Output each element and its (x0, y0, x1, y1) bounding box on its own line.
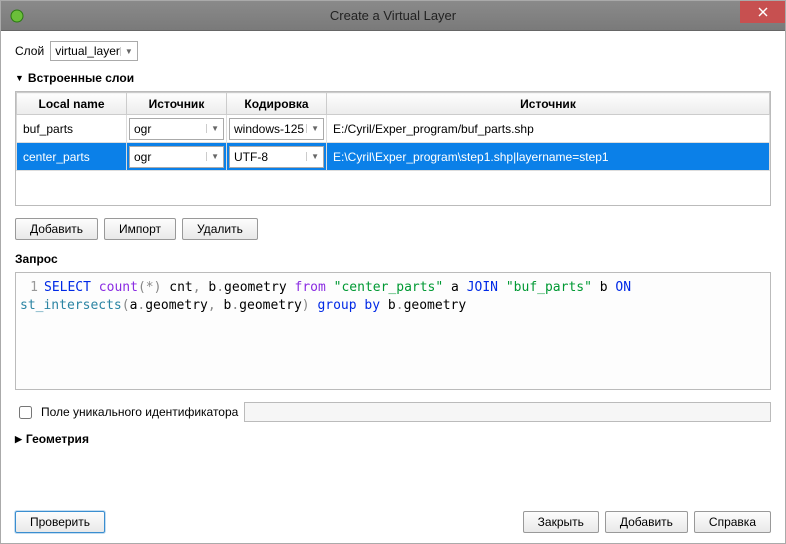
embedded-layers-table: Local name Источник Кодировка Источник b… (15, 91, 771, 206)
titlebar: Create a Virtual Layer (1, 1, 785, 31)
chevron-down-icon: ▼ (206, 124, 219, 133)
add-layer-button[interactable]: Добавить (15, 218, 98, 240)
import-layer-button[interactable]: Импорт (104, 218, 176, 240)
spacer (111, 511, 517, 533)
line-number: 1 (20, 279, 38, 297)
uid-field[interactable] (244, 402, 771, 422)
dialog-buttons: Проверить Закрыть Добавить Справка (15, 503, 771, 533)
dialog-window: Create a Virtual Layer Слой virtual_laye… (0, 0, 786, 544)
embedded-buttons: Добавить Импорт Удалить (15, 218, 771, 240)
geometry-title: Геометрия (26, 432, 89, 446)
uid-row: Поле уникального идентификатора (15, 402, 771, 422)
cell-local: buf_parts (17, 122, 126, 136)
chevron-down-icon: ▼ (206, 152, 219, 161)
table-row[interactable]: buf_parts ogr ▼ windows-125 ▼ (17, 115, 770, 143)
table-header-row: Local name Источник Кодировка Источник (17, 93, 770, 115)
embedded-layers-header[interactable]: ▼ Встроенные слои (15, 71, 771, 85)
cell-encoding-combo[interactable]: windows-125 ▼ (229, 118, 324, 140)
query-label: Запрос (15, 252, 771, 266)
content-area: Слой virtual_layer ▼ ▼ Встроенные слои L… (1, 31, 785, 543)
close-button[interactable] (740, 1, 785, 23)
cell-encoding-combo[interactable]: UTF-8 ▼ (229, 146, 324, 168)
cell-source-combo[interactable]: ogr ▼ (129, 118, 224, 140)
cell-source-combo[interactable]: ogr ▼ (129, 146, 224, 168)
layer-row: Слой virtual_layer ▼ (15, 41, 771, 61)
embedded-layers-title: Встроенные слои (28, 71, 134, 85)
chevron-down-icon: ▼ (15, 73, 24, 83)
layer-name-value: virtual_layer (55, 44, 120, 58)
window-title: Create a Virtual Layer (1, 8, 785, 23)
chevron-down-icon: ▼ (306, 152, 319, 161)
check-button[interactable]: Проверить (15, 511, 105, 533)
layer-label: Слой (15, 44, 44, 58)
chevron-down-icon: ▼ (306, 124, 319, 133)
add-button[interactable]: Добавить (605, 511, 688, 533)
col-source[interactable]: Источник (127, 93, 227, 115)
col-path[interactable]: Источник (327, 93, 770, 115)
geometry-header[interactable]: ▶ Геометрия (15, 432, 771, 446)
table-row[interactable]: center_parts ogr ▼ UTF-8 ▼ (17, 143, 770, 171)
cell-local: center_parts (17, 150, 126, 164)
col-local-name[interactable]: Local name (17, 93, 127, 115)
cell-path: E:\Cyril\Exper_program\step1.shp|layerna… (327, 150, 769, 164)
uid-label: Поле уникального идентификатора (41, 405, 238, 419)
query-editor[interactable]: 1SELECT count(*) cnt, b.geometry from "c… (15, 272, 771, 390)
app-icon (9, 8, 25, 24)
delete-layer-button[interactable]: Удалить (182, 218, 258, 240)
help-button[interactable]: Справка (694, 511, 771, 533)
close-dialog-button[interactable]: Закрыть (523, 511, 599, 533)
cell-path: E:/Cyril/Exper_program/buf_parts.shp (327, 122, 769, 136)
chevron-down-icon: ▼ (120, 47, 133, 56)
layer-name-combo[interactable]: virtual_layer ▼ (50, 41, 138, 61)
col-encoding[interactable]: Кодировка (227, 93, 327, 115)
uid-checkbox[interactable] (19, 406, 32, 419)
chevron-right-icon: ▶ (15, 434, 22, 445)
